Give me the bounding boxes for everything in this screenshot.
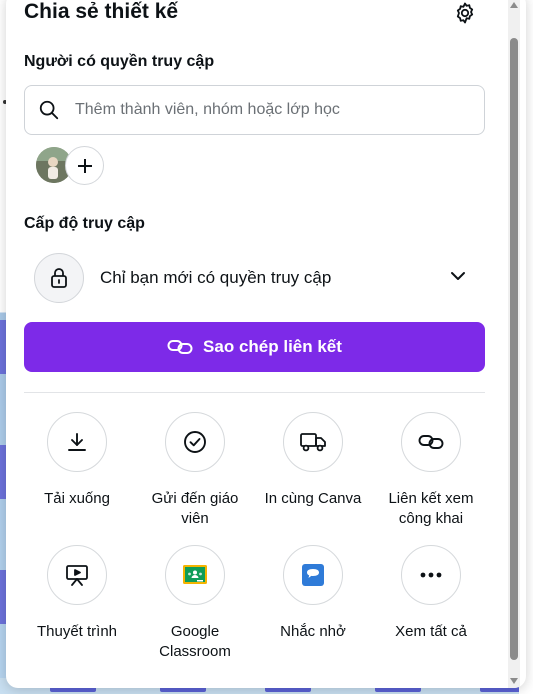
link-icon (167, 334, 193, 360)
lock-icon (34, 253, 84, 303)
share-panel: Chia sẻ thiết kế Người có quyền truy cập… (6, 0, 526, 688)
public-view-link-action[interactable]: Liên kết xem công khai (372, 412, 490, 529)
access-level-label: Cấp độ truy cập (24, 215, 145, 232)
gear-icon[interactable] (452, 0, 478, 26)
scroll-up-arrow[interactable] (510, 2, 518, 8)
panel-title: Chia sẻ thiết kế (24, 0, 179, 23)
people-access-label: Người có quyền truy cập (24, 53, 215, 70)
scroll-thumb[interactable] (510, 38, 518, 660)
action-label: In cùng Canva (264, 490, 362, 507)
check-circle-icon (165, 412, 225, 472)
scrollbar[interactable] (508, 0, 520, 688)
action-label: Gửi đến giáo viên (151, 490, 239, 527)
add-member-button[interactable] (65, 146, 104, 185)
download-action[interactable]: Tải xuống (18, 412, 136, 509)
action-label: Nhắc nhở (280, 623, 346, 640)
chevron-down-icon (449, 267, 467, 285)
link-icon (401, 412, 461, 472)
truck-icon (283, 412, 343, 472)
search-placeholder: Thêm thành viên, nhóm hoặc lớp học (75, 101, 340, 118)
reminder-icon (283, 545, 343, 605)
plus-icon (77, 158, 92, 173)
google-classroom-action[interactable]: Google Classroom (136, 545, 254, 662)
print-with-canva-action[interactable]: In cùng Canva (254, 412, 372, 509)
action-label: Liên kết xem công khai (388, 490, 474, 527)
copy-link-button[interactable]: Sao chép liên kết (24, 322, 485, 372)
access-level-dropdown[interactable]: Chỉ bạn mới có quyền truy cập (24, 251, 485, 305)
google-classroom-icon (165, 545, 225, 605)
divider (24, 392, 485, 393)
see-all-action[interactable]: Xem tất cả (372, 545, 490, 642)
download-icon (47, 412, 107, 472)
present-icon (47, 545, 107, 605)
more-icon (401, 545, 461, 605)
copy-link-label: Sao chép liên kết (203, 337, 342, 356)
action-label: Google Classroom (159, 623, 231, 660)
access-level-value: Chỉ bạn mới có quyền truy cập (100, 268, 332, 287)
search-icon (37, 98, 61, 122)
action-label: Tải xuống (44, 490, 110, 507)
action-label: Xem tất cả (395, 623, 467, 640)
scroll-down-arrow[interactable] (510, 678, 518, 684)
present-action[interactable]: Thuyết trình (18, 545, 136, 642)
send-to-teacher-action[interactable]: Gửi đến giáo viên (136, 412, 254, 529)
search-input[interactable]: Thêm thành viên, nhóm hoặc lớp học (24, 85, 485, 135)
action-label: Thuyết trình (36, 623, 118, 640)
reminder-action[interactable]: Nhắc nhở (254, 545, 372, 642)
